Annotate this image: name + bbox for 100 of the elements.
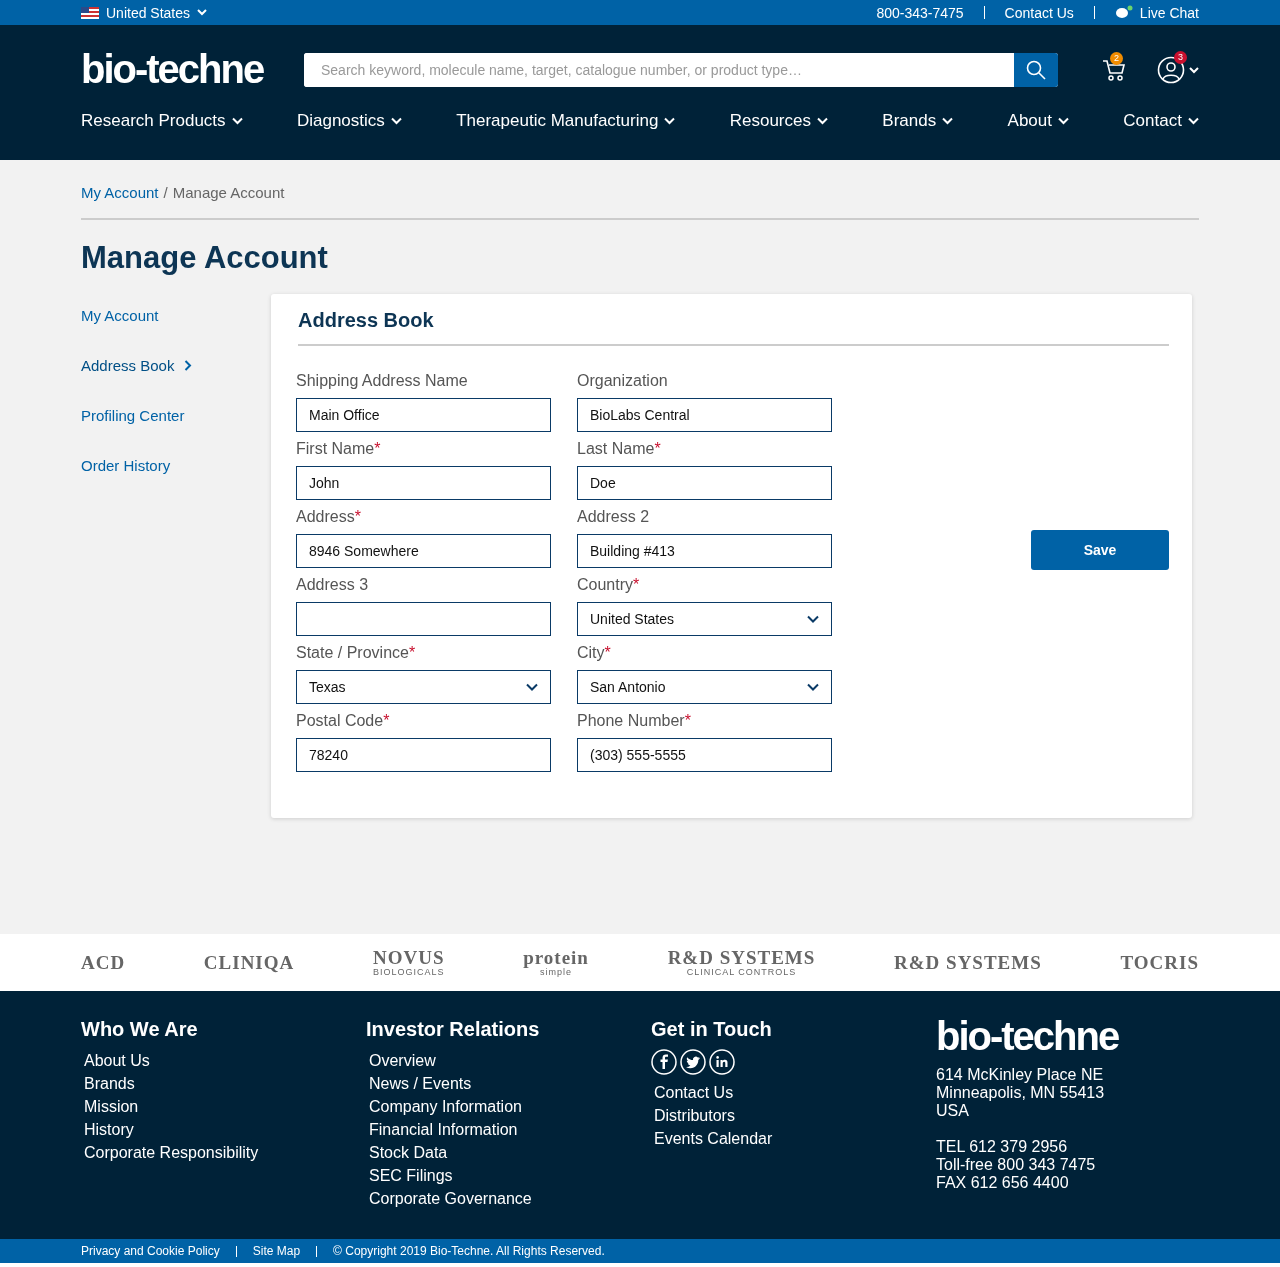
save-button[interactable]: Save — [1031, 530, 1169, 570]
phone-link[interactable]: 800-343-7475 — [876, 4, 964, 21]
brand-logo[interactable]: R&D SYSTEMS — [894, 953, 1042, 972]
field-label: Address* — [296, 507, 362, 527]
field-label: Address 3 — [296, 575, 370, 595]
contact-link[interactable]: Contact Us — [1004, 4, 1074, 21]
footer-link[interactable]: Corporate Governance — [366, 1187, 651, 1210]
bottom-link[interactable]: Site Map — [252, 1244, 301, 1258]
footer-link[interactable]: Contact Us — [651, 1081, 936, 1104]
footer-link[interactable]: Company Information — [366, 1095, 651, 1118]
chevron-down-icon — [197, 9, 208, 16]
footer-link[interactable]: Corporate Responsibility — [81, 1141, 366, 1164]
nav-menu-item[interactable]: Therapeutic Manufacturing — [456, 111, 676, 131]
chevron-down-icon — [942, 117, 954, 125]
footer-link[interactable]: Brands — [81, 1072, 366, 1095]
brand-logo[interactable]: TOCRIS — [1120, 953, 1199, 972]
chevron-down-icon — [807, 683, 819, 691]
live-chat-link[interactable]: Live Chat — [1114, 4, 1199, 21]
address-line: Minneapolis, MN 55413 — [936, 1084, 1106, 1102]
input-field[interactable]: John — [296, 466, 551, 500]
brand-logo[interactable]: protein simple — [523, 948, 589, 977]
footer-link[interactable]: Financial Information — [366, 1118, 651, 1141]
nav-menu-item[interactable]: Diagnostics — [296, 111, 402, 131]
logo[interactable]: bio-techne — [81, 50, 304, 89]
chevron-down-icon — [1187, 117, 1199, 125]
sidebar-item[interactable]: Order History — [81, 457, 171, 474]
account-count-badge: 3 — [1174, 50, 1187, 64]
address-line: USA — [936, 1102, 970, 1120]
sidebar-item[interactable]: My Account — [81, 307, 159, 324]
flag-icon — [81, 6, 99, 19]
country-selector[interactable]: United States — [81, 4, 208, 21]
page-title: Manage Account — [81, 240, 329, 276]
breadcrumb-separator: / — [163, 184, 168, 201]
select-field[interactable]: San Antonio — [577, 670, 832, 704]
footer-link[interactable]: Events Calendar — [651, 1127, 936, 1150]
twitter-icon[interactable] — [680, 1049, 706, 1075]
current-page-label: Manage Account — [172, 184, 285, 201]
phone-line: TEL 612 379 2956 — [936, 1138, 1069, 1156]
field-label: Country* — [577, 575, 641, 595]
footer-heading: Who We Are — [81, 1018, 199, 1041]
footer-link[interactable]: About Us — [81, 1049, 366, 1072]
footer-link[interactable]: SEC Filings — [366, 1164, 651, 1187]
facebook-icon[interactable] — [651, 1049, 677, 1075]
footer-link[interactable]: Stock Data — [366, 1141, 651, 1164]
linkedin-icon[interactable] — [709, 1049, 735, 1075]
copyright-text: © Copyright 2019 Bio-Techne. All Rights Reserved. — [333, 1244, 605, 1258]
brand-logo[interactable]: NOVUS BIOLOGICALS — [372, 948, 445, 977]
footer-link[interactable]: Distributors — [651, 1104, 936, 1127]
input-field[interactable]: BioLabs Central — [577, 398, 832, 432]
select-field[interactable]: United States — [577, 602, 832, 636]
select-field[interactable]: Texas — [296, 670, 551, 704]
card-title: Address Book — [298, 309, 1169, 346]
brand-logo[interactable]: R&D SYSTEMS CLINICAL CONTROLS — [667, 948, 816, 977]
address-line: 614 McKinley Place NE — [936, 1066, 1105, 1084]
input-field[interactable] — [296, 602, 551, 636]
input-field[interactable]: Main Office — [296, 398, 551, 432]
search-field[interactable]: Search keyword, molecule name, target, catalogue number, or product type… — [304, 52, 1058, 87]
nav-menu-item[interactable]: Contact — [1123, 111, 1199, 131]
brand-logo[interactable]: CLINIQA — [203, 953, 295, 972]
search-icon — [1026, 59, 1046, 80]
sidebar-item[interactable]: Address Book — [81, 357, 193, 374]
phone-line: FAX 612 656 4400 — [936, 1174, 1070, 1192]
chevron-down-icon — [1058, 117, 1069, 125]
nav-menu-item[interactable]: Research Products — [81, 111, 243, 131]
field-label: Address 2 — [577, 507, 651, 527]
input-field[interactable]: (303) 555-5555 — [577, 738, 832, 772]
input-field[interactable]: Doe — [577, 466, 832, 500]
phone-line: Toll-free 800 343 7475 — [936, 1156, 1097, 1174]
breadcrumb-link[interactable]: My Account — [81, 184, 159, 201]
field-label: Postal Code* — [296, 711, 391, 731]
nav-menu-item[interactable]: Brands — [882, 111, 954, 131]
field-label: Shipping Address Name — [296, 371, 469, 391]
field-label: Organization — [577, 371, 669, 391]
chevron-down-icon — [807, 615, 819, 623]
footer-link[interactable]: Overview — [366, 1049, 651, 1072]
field-label: City* — [577, 643, 612, 663]
chevron-down-icon — [664, 117, 676, 125]
footer-link[interactable]: Mission — [81, 1095, 366, 1118]
sidebar-item[interactable]: Profiling Center — [81, 407, 185, 424]
input-field[interactable]: 8946 Somewhere — [296, 534, 551, 568]
bottom-link[interactable]: Privacy and Cookie Policy — [81, 1244, 220, 1258]
chevron-down-icon — [526, 683, 538, 691]
footer-link[interactable]: History — [81, 1118, 366, 1141]
input-field[interactable]: 78240 — [296, 738, 551, 772]
chevron-right-icon — [184, 360, 193, 371]
field-label: First Name* — [296, 439, 382, 459]
nav-menu-item[interactable]: About — [1007, 111, 1069, 131]
nav-menu-item[interactable]: Resources — [729, 111, 828, 131]
chevron-down-icon — [231, 117, 243, 125]
footer-link[interactable]: News / Events — [366, 1072, 651, 1095]
cart-count-badge: 2 — [1110, 51, 1123, 65]
field-label: State / Province* — [296, 643, 417, 663]
brand-logo[interactable]: ACD — [81, 953, 126, 972]
footer-heading: Investor Relations — [366, 1018, 541, 1041]
footer-heading: Get in Touch — [651, 1018, 773, 1041]
chevron-down-icon — [817, 117, 828, 125]
search-button[interactable] — [1014, 52, 1058, 87]
chat-icon — [1114, 4, 1133, 21]
input-field[interactable]: Building #413 — [577, 534, 832, 568]
account-icon[interactable] — [1157, 55, 1199, 84]
